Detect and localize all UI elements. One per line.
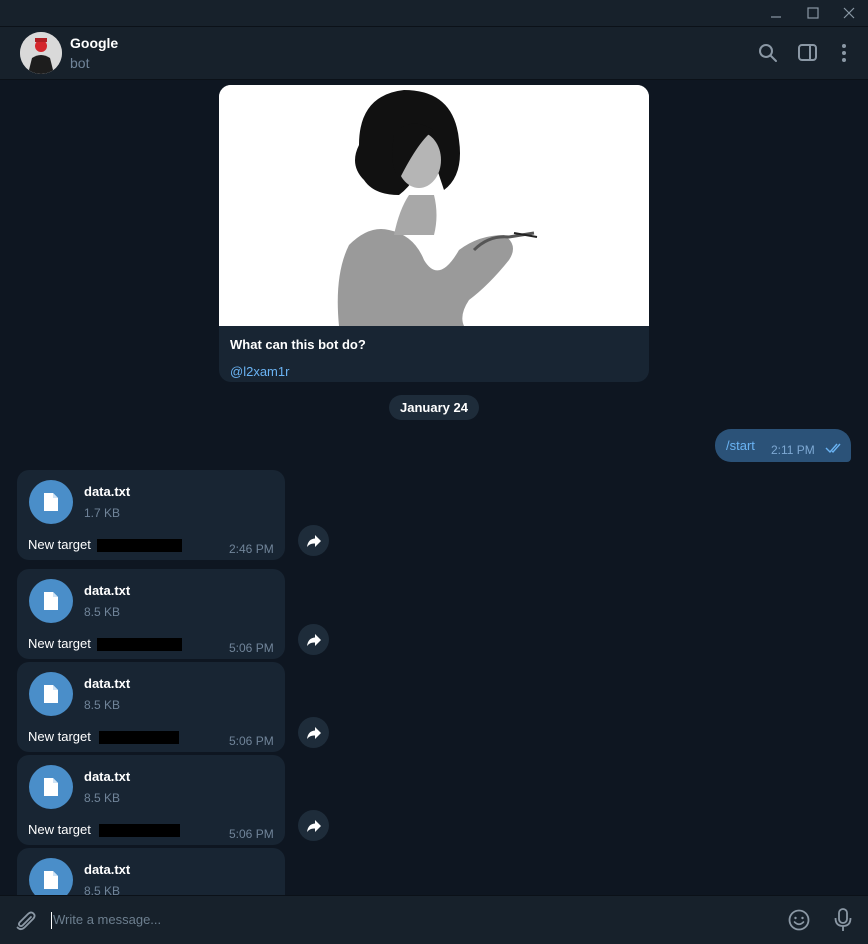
redaction-bar bbox=[97, 539, 182, 552]
message-input[interactable]: Write a message... bbox=[53, 912, 161, 927]
file-caption: New target bbox=[28, 729, 91, 744]
file-size: 8.5 KB bbox=[84, 791, 121, 805]
microphone-icon[interactable] bbox=[831, 907, 855, 933]
attach-icon[interactable] bbox=[14, 909, 38, 933]
document-icon bbox=[44, 592, 58, 610]
double-check-icon bbox=[825, 443, 841, 454]
sidebar-toggle-icon bbox=[798, 44, 817, 61]
forward-icon bbox=[306, 534, 321, 547]
more-button[interactable] bbox=[832, 41, 856, 65]
redaction-bar bbox=[99, 731, 179, 744]
outgoing-message[interactable]: /start 2:11 PM bbox=[715, 429, 851, 462]
file-name[interactable]: data.txt bbox=[84, 484, 130, 499]
date-separator: January 24 bbox=[389, 395, 479, 420]
redaction-bar bbox=[99, 824, 180, 837]
message-list[interactable]: What can this bot do? @l2xam1r January 2… bbox=[0, 80, 868, 895]
forward-button[interactable] bbox=[298, 810, 329, 841]
forward-icon bbox=[306, 726, 321, 739]
illustration bbox=[219, 85, 649, 326]
text-cursor bbox=[51, 912, 52, 929]
file-message[interactable]: data.txt 8.5 KB New target 5:06 PM bbox=[17, 662, 285, 752]
emoji-icon[interactable] bbox=[787, 908, 811, 932]
forward-button[interactable] bbox=[298, 624, 329, 655]
file-caption: New target bbox=[28, 537, 91, 552]
message-time: 5:06 PM bbox=[229, 827, 274, 841]
bot-intro-question: What can this bot do? bbox=[230, 337, 366, 352]
file-name[interactable]: data.txt bbox=[84, 583, 130, 598]
close-icon bbox=[843, 7, 855, 19]
document-icon bbox=[44, 871, 58, 889]
file-caption: New target bbox=[28, 636, 91, 651]
file-download-button[interactable] bbox=[29, 480, 73, 524]
avatar-image bbox=[20, 32, 62, 74]
more-vertical-icon bbox=[842, 44, 846, 62]
forward-icon bbox=[306, 633, 321, 646]
file-download-button[interactable] bbox=[29, 579, 73, 623]
file-message[interactable]: data.txt 8.5 KB New target 5:06 PM bbox=[17, 755, 285, 845]
file-message[interactable]: data.txt 8.5 KB bbox=[17, 848, 285, 895]
close-button[interactable] bbox=[831, 0, 867, 26]
minimize-icon bbox=[771, 16, 781, 18]
file-caption: New target bbox=[28, 822, 91, 837]
file-message[interactable]: data.txt 1.7 KB New target 2:46 PM bbox=[17, 470, 285, 560]
file-size: 8.5 KB bbox=[84, 698, 121, 712]
window-titlebar bbox=[0, 0, 868, 27]
chat-title[interactable]: Google bbox=[70, 35, 118, 51]
file-name[interactable]: data.txt bbox=[84, 769, 130, 784]
file-download-button[interactable] bbox=[29, 858, 73, 895]
message-time: 5:06 PM bbox=[229, 734, 274, 748]
message-time: 2:46 PM bbox=[229, 542, 274, 556]
sidebar-toggle-button[interactable] bbox=[796, 41, 820, 65]
forward-icon bbox=[306, 819, 321, 832]
redaction-bar bbox=[97, 638, 182, 651]
search-icon bbox=[759, 44, 777, 62]
maximize-icon bbox=[807, 7, 819, 19]
message-time: 5:06 PM bbox=[229, 641, 274, 655]
file-name[interactable]: data.txt bbox=[84, 862, 130, 877]
bot-intro-image[interactable] bbox=[219, 85, 649, 326]
chat-header: Google bot bbox=[0, 27, 868, 80]
avatar[interactable] bbox=[20, 32, 62, 74]
file-size: 8.5 KB bbox=[84, 884, 121, 895]
forward-button[interactable] bbox=[298, 717, 329, 748]
chat-subtitle: bot bbox=[70, 55, 90, 71]
message-text[interactable]: /start bbox=[726, 438, 755, 453]
bot-intro-handle-link[interactable]: @l2xam1r bbox=[230, 364, 289, 379]
maximize-button[interactable] bbox=[795, 0, 831, 26]
document-icon bbox=[44, 685, 58, 703]
document-icon bbox=[44, 493, 58, 511]
file-download-button[interactable] bbox=[29, 765, 73, 809]
forward-button[interactable] bbox=[298, 525, 329, 556]
file-name[interactable]: data.txt bbox=[84, 676, 130, 691]
file-size: 8.5 KB bbox=[84, 605, 121, 619]
file-download-button[interactable] bbox=[29, 672, 73, 716]
file-size: 1.7 KB bbox=[84, 506, 121, 520]
search-button[interactable] bbox=[756, 41, 780, 65]
bot-intro-card: What can this bot do? @l2xam1r bbox=[219, 85, 649, 382]
message-time: 2:11 PM bbox=[771, 443, 815, 457]
file-message[interactable]: data.txt 8.5 KB New target 5:06 PM bbox=[17, 569, 285, 659]
minimize-button[interactable] bbox=[758, 0, 794, 26]
document-icon bbox=[44, 778, 58, 796]
message-composer: Write a message... bbox=[0, 895, 868, 944]
